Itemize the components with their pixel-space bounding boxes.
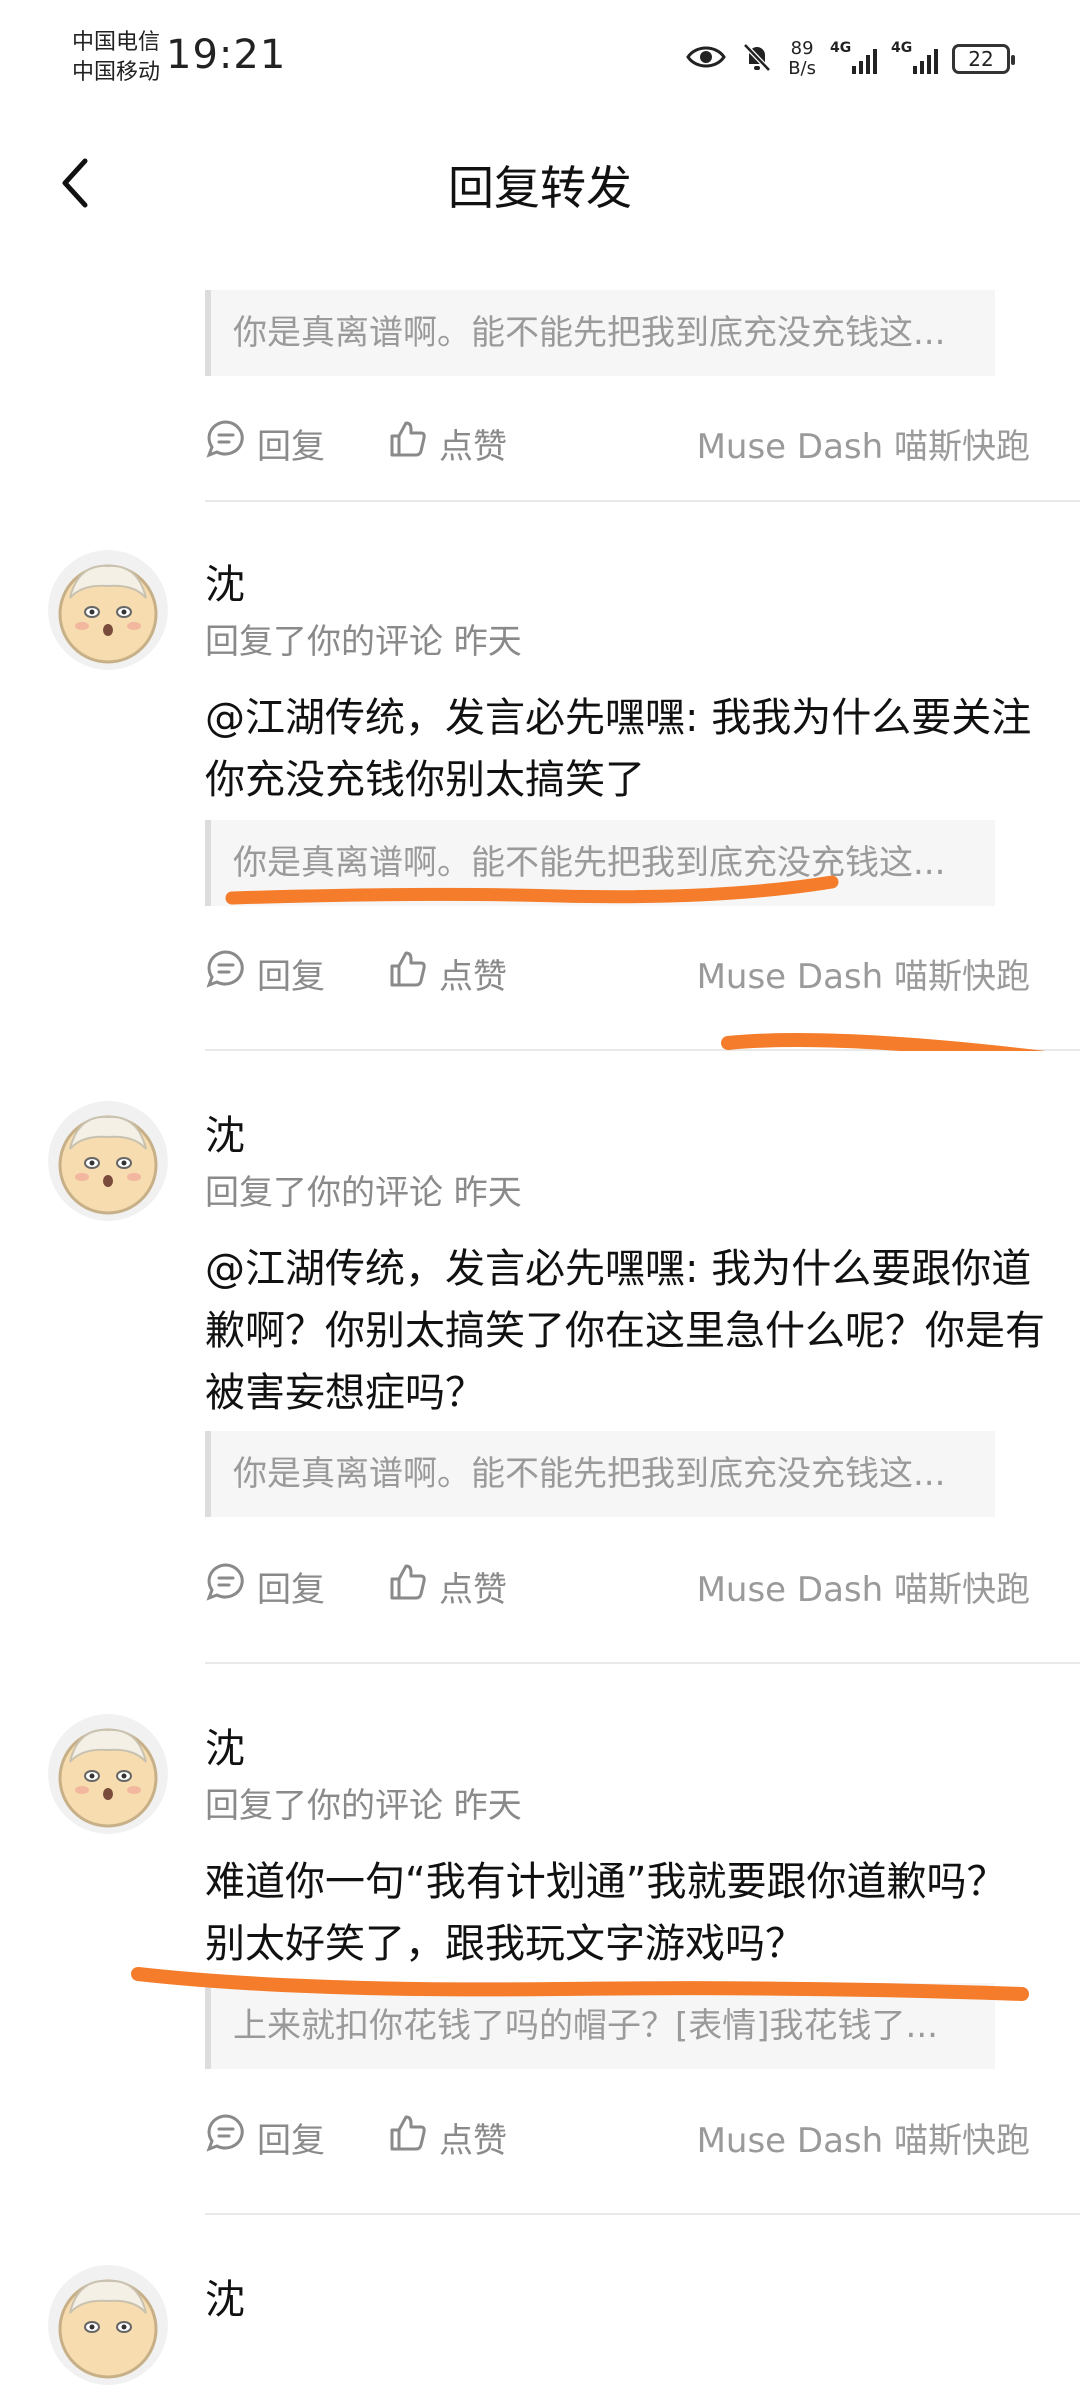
avatar-face-icon (48, 550, 168, 670)
app-header: 回复转发 (0, 130, 1080, 240)
status-bar: 中国电信 中国移动 19:21 89 B/s 4G 4G 22 (0, 0, 1080, 130)
comment-item: 沈 (0, 2215, 1080, 2385)
thumbs-up-icon (387, 418, 429, 469)
signal-2-label: 4G (891, 40, 913, 56)
reply-label: 回复 (257, 426, 325, 467)
comment-text[interactable]: @江湖传统，发言必先嘿嘿: 我为什么要跟你道歉啊？你别太搞笑了你在这里急什么呢？… (205, 1238, 1045, 1424)
comment-bubble-icon (205, 948, 247, 999)
status-icons: 89 B/s 4G 4G 22 (686, 34, 1015, 84)
avatar-face-icon (48, 2265, 168, 2385)
thumbs-up-icon (387, 2112, 429, 2163)
action-bar: 回复 点赞 Muse Dash 喵斯快跑 (205, 943, 1030, 1003)
net-speed: 89 B/s (788, 39, 816, 79)
battery-level: 22 (968, 47, 994, 71)
signal-icon: 4G (891, 40, 938, 74)
comment-bubble-icon (205, 1561, 247, 1612)
bell-muted-icon (740, 40, 774, 78)
reply-label: 回复 (257, 2120, 325, 2161)
comment-meta: 回复了你的评论 昨天 (205, 1786, 522, 1826)
avatar[interactable] (48, 1714, 168, 1834)
signal-1-label: 4G (830, 40, 852, 56)
avatar[interactable] (48, 1101, 168, 1221)
avatar-face-icon (48, 1714, 168, 1834)
carrier-2: 中国移动 (72, 60, 161, 85)
avatar[interactable] (48, 2265, 168, 2385)
comment-feed[interactable]: 你是真离谱啊。能不能先把我到底充没充钱这... 回复 点赞 Muse Dash … (0, 240, 1080, 2385)
carrier-info: 中国电信 中国移动 (72, 28, 160, 88)
like-button[interactable]: 点赞 (387, 948, 507, 999)
comment-meta: 回复了你的评论 昨天 (205, 622, 522, 662)
action-bar: 回复 点赞 Muse Dash 喵斯快跑 (205, 413, 1030, 473)
thumbs-up-icon (387, 948, 429, 999)
status-time: 19:21 (166, 32, 287, 78)
reply-label: 回复 (257, 956, 325, 997)
author-name[interactable]: 沈 (205, 1103, 245, 1161)
author-name[interactable]: 沈 (205, 2267, 245, 2325)
quoted-comment[interactable]: 上来就扣你花钱了吗的帽子？[表情]我花钱了... (205, 1983, 995, 2069)
net-speed-value: 89 (790, 38, 814, 59)
author-name[interactable]: 沈 (205, 1716, 245, 1774)
comment-text[interactable]: 难道你一句“我有计划通”我就要跟你道歉吗？别太好笑了，跟我玩文字游戏吗？ (205, 1851, 1045, 1975)
comment-bubble-icon (205, 2112, 247, 2163)
game-tag[interactable]: Muse Dash 喵斯快跑 (697, 2113, 1030, 2162)
comment-item: 沈 回复了你的评论 昨天 @江湖传统，发言必先嘿嘿: 我我为什么要关注你充没充钱… (0, 502, 1080, 1051)
like-label: 点赞 (439, 1569, 507, 1610)
comment-text[interactable]: @江湖传统，发言必先嘿嘿: 我我为什么要关注你充没充钱你别太搞笑了 (205, 687, 1045, 811)
reply-button[interactable]: 回复 (205, 1561, 325, 1612)
comment-item: 沈 回复了你的评论 昨天 难道你一句“我有计划通”我就要跟你道歉吗？别太好笑了，… (0, 1664, 1080, 2215)
avatar[interactable] (48, 550, 168, 670)
comment-fragment: 你是真离谱啊。能不能先把我到底充没充钱这... 回复 点赞 Muse Dash … (0, 240, 1080, 502)
net-speed-unit: B/s (788, 58, 816, 79)
page-title: 回复转发 (448, 161, 632, 215)
quoted-comment[interactable]: 你是真离谱啊。能不能先把我到底充没充钱这... (205, 820, 995, 906)
thumbs-up-icon (387, 1561, 429, 1612)
comment-bubble-icon (205, 418, 247, 469)
comment-item: 沈 回复了你的评论 昨天 @江湖传统，发言必先嘿嘿: 我为什么要跟你道歉啊？你别… (0, 1051, 1080, 1664)
carrier-1: 中国电信 (72, 30, 161, 55)
author-name[interactable]: 沈 (205, 552, 245, 610)
reply-label: 回复 (257, 1569, 325, 1610)
eye-icon (686, 43, 727, 75)
action-bar: 回复 点赞 Muse Dash 喵斯快跑 (205, 2107, 1030, 2167)
like-label: 点赞 (439, 426, 507, 467)
like-button[interactable]: 点赞 (387, 418, 507, 469)
reply-button[interactable]: 回复 (205, 948, 325, 999)
quoted-comment[interactable]: 你是真离谱啊。能不能先把我到底充没充钱这... (205, 1431, 995, 1517)
like-button[interactable]: 点赞 (387, 2112, 507, 2163)
game-tag[interactable]: Muse Dash 喵斯快跑 (697, 1562, 1030, 1611)
battery-icon: 22 (952, 44, 1015, 74)
action-bar: 回复 点赞 Muse Dash 喵斯快跑 (205, 1556, 1030, 1616)
like-button[interactable]: 点赞 (387, 1561, 507, 1612)
signal-icon: 4G (830, 40, 877, 74)
reply-button[interactable]: 回复 (205, 2112, 325, 2163)
quoted-comment[interactable]: 你是真离谱啊。能不能先把我到底充没充钱这... (205, 290, 995, 376)
game-tag[interactable]: Muse Dash 喵斯快跑 (697, 949, 1030, 998)
like-label: 点赞 (439, 2120, 507, 2161)
reply-button[interactable]: 回复 (205, 418, 325, 469)
game-tag[interactable]: Muse Dash 喵斯快跑 (697, 419, 1030, 468)
avatar-face-icon (48, 1101, 168, 1221)
like-label: 点赞 (439, 956, 507, 997)
comment-meta: 回复了你的评论 昨天 (205, 1173, 522, 1213)
